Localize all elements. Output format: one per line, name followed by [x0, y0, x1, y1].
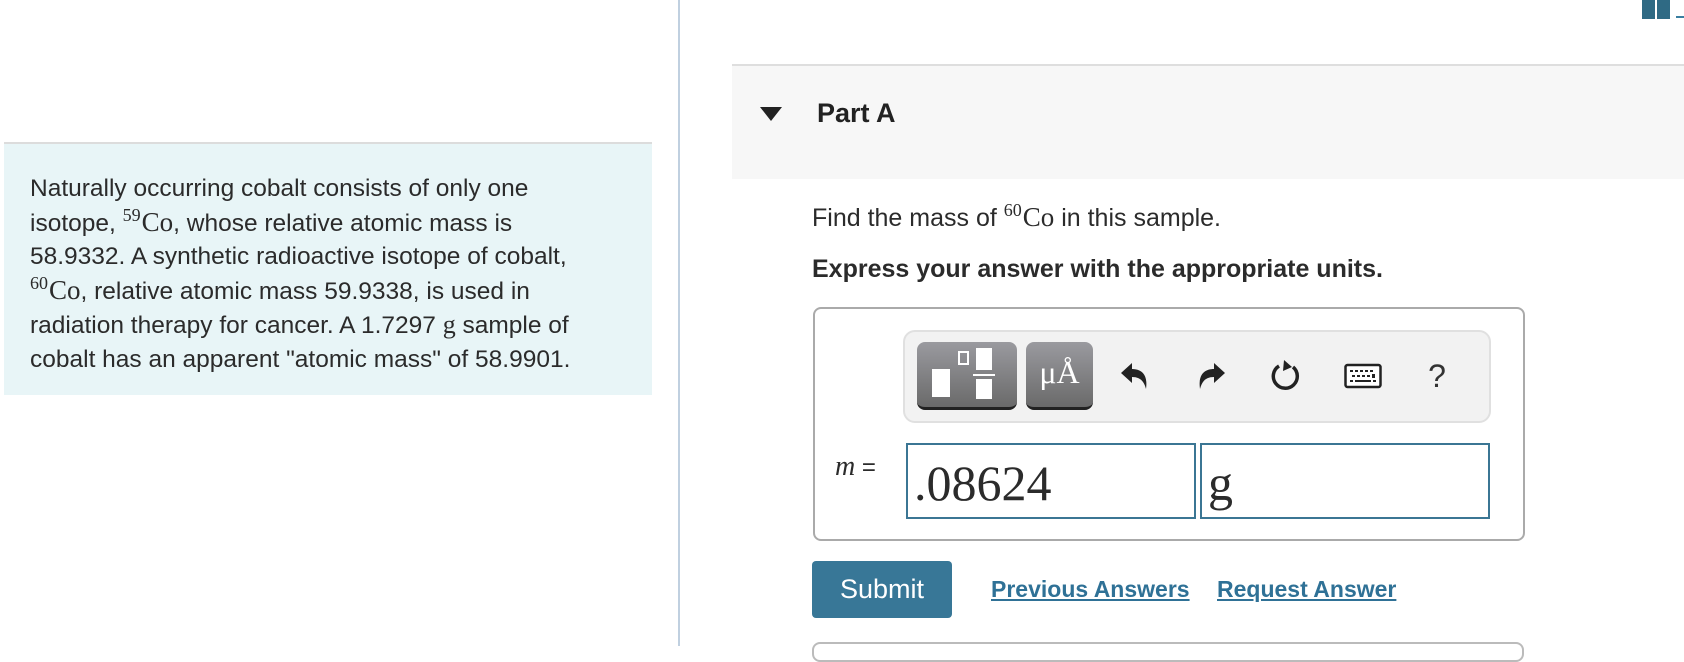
feedback-box: [812, 642, 1524, 662]
question-text: Find the mass of 60Co in this sample.: [812, 201, 1222, 233]
redo-button[interactable]: [1189, 354, 1233, 398]
text: isotope,: [30, 209, 123, 237]
problem-line-6: cobalt has an apparent "atomic mass" of …: [30, 345, 571, 373]
mass-number: 60: [30, 272, 48, 293]
problem-line-5: radiation therapy for cancer. A 1.7297 g…: [30, 308, 626, 343]
submit-button[interactable]: Submit: [812, 561, 952, 618]
reset-icon: [1271, 360, 1300, 390]
part-title: Part A: [817, 98, 896, 128]
mass-number: 59: [122, 204, 141, 225]
element-symbol: Co: [141, 206, 174, 237]
fraction-bar: [973, 374, 995, 376]
template-box: [976, 379, 992, 399]
answer-variable-label: m =: [835, 451, 876, 483]
templates-button[interactable]: [917, 342, 1017, 410]
redo-icon: [1199, 363, 1225, 389]
text: sample of: [455, 312, 569, 339]
book-icon[interactable]: [1642, 0, 1670, 20]
text: , whose relative atomic mass is: [173, 209, 513, 237]
part-a-header[interactable]: Part A: [732, 64, 1684, 179]
keyboard-button[interactable]: [1341, 354, 1385, 398]
instruction-text: Express your answer with the appropriate…: [812, 255, 1383, 283]
previous-answers-link[interactable]: Previous Answers: [991, 576, 1190, 603]
problem-line-4: 60Co, relative atomic mass 59.9338, is u…: [30, 274, 626, 309]
help-button[interactable]: ?: [1415, 354, 1459, 398]
collapse-caret-icon[interactable]: [760, 107, 782, 121]
isotope-co60: 60Co: [1004, 201, 1055, 232]
units-button[interactable]: μÅ: [1026, 342, 1093, 410]
math-toolbar: μÅ ?: [903, 330, 1491, 423]
mass-number: 60: [1003, 200, 1022, 220]
text: , relative atomic mass 59.9338, is used …: [80, 277, 530, 305]
keyboard-icon: [1344, 363, 1382, 389]
text: in this sample.: [1054, 204, 1222, 232]
templates-icon: [932, 369, 950, 397]
problem-statement: Naturally occurring cobalt consists of o…: [4, 142, 652, 395]
answer-box: μÅ ? m =: [813, 307, 1525, 541]
unit: g: [442, 310, 456, 339]
isotope-co59: 59Co: [123, 206, 174, 237]
menu-dash: [1676, 16, 1684, 18]
units-label: μÅ: [1039, 354, 1080, 390]
help-icon: ?: [1428, 357, 1446, 394]
text: Find the mass of: [812, 204, 1004, 232]
value-input[interactable]: [906, 443, 1196, 519]
template-box: [958, 351, 969, 365]
undo-icon: [1121, 363, 1147, 389]
text: radiation therapy for cancer. A 1.7297: [30, 312, 443, 339]
variable: m: [835, 451, 856, 482]
template-box: [976, 348, 992, 370]
problem-line-1: Naturally occurring cobalt consists of o…: [30, 175, 529, 202]
reset-button[interactable]: [1263, 354, 1307, 398]
panel-divider[interactable]: [678, 0, 680, 646]
unit-input[interactable]: [1200, 443, 1490, 519]
problem-line-2: isotope, 59Co, whose relative atomic mas…: [30, 206, 626, 241]
request-answer-link[interactable]: Request Answer: [1217, 576, 1396, 603]
element-symbol: Co: [49, 274, 81, 305]
undo-button[interactable]: [1113, 354, 1157, 398]
isotope-co60: 60Co: [30, 274, 81, 305]
equals-sign: =: [861, 454, 876, 481]
problem-line-3: 58.9332. A synthetic radioactive isotope…: [30, 243, 567, 270]
element-symbol: Co: [1022, 202, 1055, 232]
